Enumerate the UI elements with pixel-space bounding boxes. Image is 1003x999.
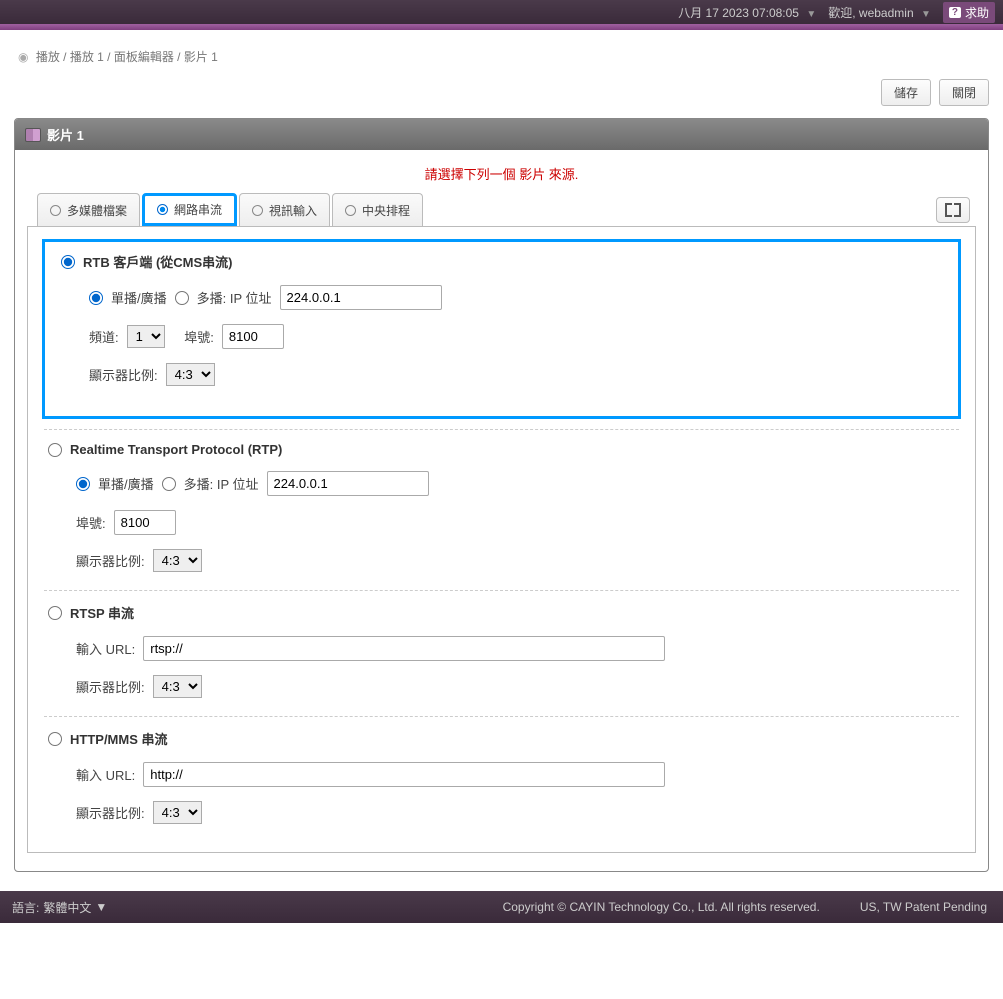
url-label: 輸入 URL: (76, 765, 135, 784)
help-label: 求助 (965, 4, 989, 21)
tab-multimedia-label: 多媒體檔案 (67, 202, 127, 219)
rtp-title: Realtime Transport Protocol (RTP) (70, 442, 282, 457)
datetime-dropdown[interactable]: 八月 17 2023 07:08:05 ▼ (678, 4, 816, 21)
tab-network-stream-label: 網路串流 (174, 201, 222, 218)
tab-central-schedule[interactable]: 中央排程 (332, 193, 423, 226)
rtb-source-radio[interactable] (61, 255, 75, 269)
http-source-radio[interactable] (48, 732, 62, 746)
caret-down-icon: ▼ (806, 9, 816, 20)
bullet-icon: ◉ (18, 50, 28, 64)
rtb-multicast-radio[interactable] (175, 291, 189, 305)
http-title: HTTP/MMS 串流 (70, 729, 168, 748)
radio-icon (252, 205, 263, 216)
ratio-label: 顯示器比例: (76, 551, 145, 570)
port-label: 埠號: (184, 327, 214, 346)
caret-down-icon: ▼ (921, 9, 931, 20)
save-button[interactable]: 儲存 (881, 79, 931, 106)
port-label: 埠號: (76, 513, 106, 532)
rtb-multicast-label: 多播: IP 位址 (197, 288, 272, 307)
copyright-text: Copyright © CAYIN Technology Co., Ltd. A… (503, 900, 820, 914)
breadcrumb: ◉ 播放 / 播放 1 / 面板編輯器 / 影片 1 (18, 48, 989, 65)
http-url-input[interactable] (143, 762, 665, 787)
rtp-unicast-label: 單播/廣播 (98, 474, 154, 493)
tab-network-stream[interactable]: 網路串流 (142, 193, 237, 226)
tab-video-input[interactable]: 視訊輸入 (239, 193, 330, 226)
rtp-ip-input[interactable] (267, 471, 429, 496)
rtb-unicast-radio[interactable] (89, 291, 103, 305)
tab-multimedia[interactable]: 多媒體檔案 (37, 193, 140, 226)
panel-title: 影片 1 (47, 125, 84, 144)
rtb-port-input[interactable] (222, 324, 284, 349)
radio-icon (345, 205, 356, 216)
divider (44, 716, 959, 717)
video-panel: 影片 1 請選擇下列一個 影片 來源. 多媒體檔案 網路串流 視訊輸入 (14, 118, 989, 872)
radio-icon (157, 204, 168, 215)
rtp-multicast-radio[interactable] (162, 477, 176, 491)
rtp-port-input[interactable] (114, 510, 176, 535)
close-button[interactable]: 關閉 (939, 79, 989, 106)
fullscreen-icon (945, 203, 961, 217)
welcome-prefix: 歡迎, (828, 6, 855, 20)
ratio-label: 顯示器比例: (76, 677, 145, 696)
footer-bar: 語言: 繁體中文 ▼ Copyright © CAYIN Technology … (0, 891, 1003, 923)
divider (44, 429, 959, 430)
language-dropdown[interactable]: 繁體中文 ▼ (43, 899, 107, 916)
rtp-source-radio[interactable] (48, 443, 62, 457)
divider (44, 590, 959, 591)
source-hint: 請選擇下列一個 影片 來源. (27, 164, 976, 183)
fullscreen-button[interactable] (936, 197, 970, 223)
channel-label: 頻道: (89, 327, 119, 346)
rtp-unicast-radio[interactable] (76, 477, 90, 491)
url-label: 輸入 URL: (76, 639, 135, 658)
rtb-channel-select[interactable]: 1 (127, 325, 165, 348)
language-label: 語言: (12, 899, 39, 916)
panel-header: 影片 1 (15, 119, 988, 150)
help-button[interactable]: ? 求助 (943, 2, 995, 23)
rtsp-url-input[interactable] (143, 636, 665, 661)
language-value: 繁體中文 (43, 899, 91, 916)
rtp-multicast-label: 多播: IP 位址 (184, 474, 259, 493)
tab-content: RTB 客戶端 (從CMS串流) 單播/廣播 多播: IP 位址 (27, 226, 976, 853)
rtsp-title: RTSP 串流 (70, 603, 134, 622)
radio-icon (50, 205, 61, 216)
breadcrumb-text: 播放 / 播放 1 / 面板編輯器 / 影片 1 (36, 50, 218, 64)
tab-video-input-label: 視訊輸入 (269, 202, 317, 219)
tab-central-schedule-label: 中央排程 (362, 202, 410, 219)
rtb-unicast-label: 單播/廣播 (111, 288, 167, 307)
question-icon: ? (949, 7, 961, 18)
rtb-title: RTB 客戶端 (從CMS串流) (83, 252, 233, 271)
rtb-ratio-select[interactable]: 4:3 (166, 363, 215, 386)
ratio-label: 顯示器比例: (89, 365, 158, 384)
patent-text: US, TW Patent Pending (860, 900, 987, 914)
ratio-label: 顯示器比例: (76, 803, 145, 822)
http-ratio-select[interactable]: 4:3 (153, 801, 202, 824)
rtsp-source-radio[interactable] (48, 606, 62, 620)
rtb-highlight: RTB 客戶端 (從CMS串流) 單播/廣播 多播: IP 位址 (42, 239, 961, 419)
user-dropdown[interactable]: 歡迎, webadmin ▼ (828, 4, 931, 21)
caret-down-icon: ▼ (95, 900, 107, 914)
rtsp-ratio-select[interactable]: 4:3 (153, 675, 202, 698)
username-text: webadmin (859, 6, 914, 20)
datetime-text: 八月 17 2023 07:08:05 (678, 6, 799, 20)
video-icon (25, 128, 41, 142)
rtb-ip-input[interactable] (280, 285, 442, 310)
rtp-ratio-select[interactable]: 4:3 (153, 549, 202, 572)
top-bar: 八月 17 2023 07:08:05 ▼ 歡迎, webadmin ▼ ? 求… (0, 0, 1003, 24)
